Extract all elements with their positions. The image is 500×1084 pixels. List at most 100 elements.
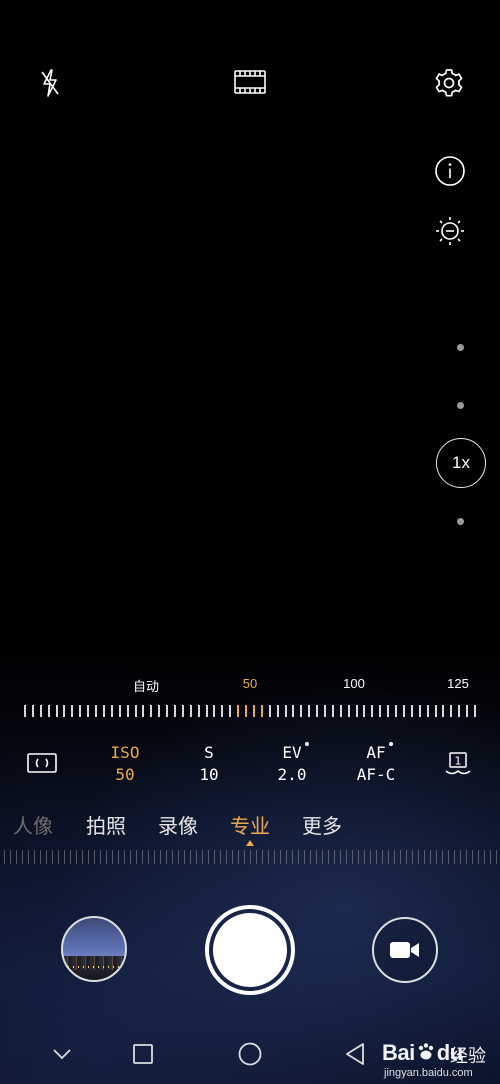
iso-scale-label[interactable]: 自动 (133, 676, 159, 695)
record-video-button[interactable] (372, 917, 438, 983)
mode-dial-tick (304, 850, 305, 864)
iso-slider-ruler[interactable] (24, 705, 476, 717)
nav-hide-keyboard-icon[interactable] (50, 1038, 74, 1070)
param-value: AF-C (356, 765, 396, 784)
mode-dial-tick (364, 850, 365, 864)
gallery-thumbnail[interactable] (61, 916, 127, 982)
metering-icon[interactable] (26, 752, 58, 774)
iso-ruler-tick (32, 705, 34, 717)
mode-dial-tick (154, 850, 155, 864)
iso-param[interactable]: ISO 50 (90, 742, 160, 786)
iso-ruler-tick (150, 705, 152, 717)
mode-dial-tick (334, 850, 335, 864)
iso-ruler-tick (221, 705, 223, 717)
mode-dial-tick (94, 850, 95, 864)
mode-dial-tick (358, 850, 359, 864)
shutter-button[interactable] (205, 905, 295, 995)
nav-home-icon[interactable] (236, 1038, 264, 1070)
param-value: 10 (199, 765, 219, 784)
mode-dial-tick (394, 850, 395, 864)
baidu-jingyan-watermark: Bai du 经验 jingyan.baidu.com (382, 1038, 500, 1084)
mode-dial-tick (196, 850, 197, 864)
shutter-speed-param[interactable]: S 10 (174, 742, 244, 786)
mode-dial-tick (190, 850, 191, 864)
settings-gear-icon[interactable] (432, 66, 466, 100)
iso-ruler-tick (63, 705, 65, 717)
mode-dial-tick (118, 850, 119, 864)
iso-ruler-tick (103, 705, 105, 717)
mode-dial-tick (328, 850, 329, 864)
mode-portrait[interactable]: 人像 (13, 810, 53, 839)
mode-pro[interactable]: 专业 (230, 810, 270, 839)
mode-dial-tick (406, 850, 407, 864)
iso-scale-label[interactable]: 50 (243, 676, 257, 691)
param-key: EV (257, 742, 327, 764)
mode-indicator-caret (246, 840, 254, 846)
mode-dial-tick (424, 850, 425, 864)
mode-dial-tick (82, 850, 83, 864)
iso-ruler-tick (387, 705, 389, 717)
mode-dial-tick (184, 850, 185, 864)
iso-ruler-tick (174, 705, 176, 717)
mode-photo[interactable]: 拍照 (86, 810, 126, 839)
mode-dial-tick (370, 850, 371, 864)
iso-ruler-tick (87, 705, 89, 717)
ev-param[interactable]: EV 2.0 (257, 742, 327, 786)
mode-dial-tick (160, 850, 161, 864)
iso-ruler-tick (427, 705, 429, 717)
mode-more[interactable]: 更多 (302, 810, 342, 839)
mode-dial-tick (454, 850, 455, 864)
flash-off-icon[interactable] (36, 66, 64, 100)
mode-video[interactable]: 录像 (158, 810, 198, 839)
mode-dial-tick (142, 850, 143, 864)
watermark-brand-a: Bai (382, 1040, 415, 1065)
white-balance-icon[interactable]: 1 (442, 750, 474, 780)
nav-back-icon[interactable] (342, 1038, 368, 1070)
mode-dial-tick (466, 850, 467, 864)
mode-dial-tick (400, 850, 401, 864)
param-key-text: EV (282, 743, 302, 762)
zoom-level-dot[interactable] (457, 344, 464, 351)
mode-dial-tick (310, 850, 311, 864)
iso-ruler-tick (316, 705, 318, 717)
mode-dial-tick (88, 850, 89, 864)
mode-dial-tick (58, 850, 59, 864)
iso-scale-label[interactable]: 125 (447, 676, 469, 691)
iso-ruler-tick (48, 705, 50, 717)
mode-dial-tick (436, 850, 437, 864)
mode-dial-tick (70, 850, 71, 864)
zoom-level-dot[interactable] (457, 402, 464, 409)
mode-dial-tick (52, 850, 53, 864)
param-value: 50 (115, 765, 135, 784)
mode-dial-tick (148, 850, 149, 864)
info-icon[interactable] (434, 155, 466, 187)
zoom-level-dot[interactable] (457, 518, 464, 525)
exposure-compensation-icon[interactable] (434, 215, 466, 247)
iso-ruler-tick (40, 705, 42, 717)
mode-dial-tick (418, 850, 419, 864)
zoom-button[interactable]: 1x (436, 438, 486, 488)
mode-dial-tick (250, 850, 251, 864)
nav-recents-icon[interactable] (130, 1038, 156, 1070)
mode-dial-tick (340, 850, 341, 864)
mode-dial-tick (484, 850, 485, 864)
iso-ruler-tick (308, 705, 310, 717)
mode-dial-tick (472, 850, 473, 864)
iso-ruler-tick (419, 705, 421, 717)
mode-dial-ticks[interactable] (0, 850, 500, 864)
iso-ruler-tick (450, 705, 452, 717)
iso-ruler-tick (79, 705, 81, 717)
iso-ruler-tick (292, 705, 294, 717)
film-filter-icon[interactable] (232, 68, 268, 96)
mode-dial-tick (166, 850, 167, 864)
iso-scale-label[interactable]: 100 (343, 676, 365, 691)
shutter-button-inner (213, 913, 287, 987)
mode-dial-tick (280, 850, 281, 864)
iso-ruler-tick (356, 705, 358, 717)
mode-dial-tick (232, 850, 233, 864)
zoom-label: 1x (452, 453, 470, 472)
mode-dial-tick (244, 850, 245, 864)
param-key: ISO (110, 743, 140, 762)
af-param[interactable]: AF AF-C (341, 742, 411, 786)
mode-selector[interactable]: 人像 拍照 录像 专业 更多 (0, 810, 500, 840)
